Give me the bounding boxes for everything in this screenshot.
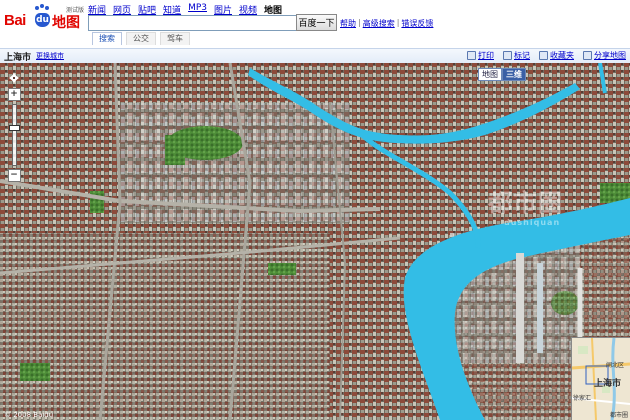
- provider-watermark: 都市圈 dushiquan: [488, 183, 563, 227]
- 3d-city-map-image: [0, 63, 630, 420]
- mark-link[interactable]: 标记: [503, 50, 530, 61]
- search-button[interactable]: 百度一下: [296, 14, 337, 31]
- view-3d-button[interactable]: 三维: [502, 68, 526, 81]
- watermark-en: dushiquan: [504, 218, 561, 227]
- change-city-link[interactable]: 更换城市: [36, 51, 64, 61]
- zoom-out-icon[interactable]: −: [7, 169, 21, 182]
- beta-label: 测试版: [66, 7, 85, 14]
- overview-district-label: 闸北区: [606, 362, 625, 369]
- zoom-control: + −: [7, 71, 21, 182]
- search-mode-tabs: 搜索 公交 驾车: [92, 32, 190, 45]
- pan-control[interactable]: [7, 71, 21, 85]
- advanced-search-link[interactable]: 高级搜索: [363, 18, 395, 29]
- map-toolbar: 上海市 更换城市 打印 标记 收藏夹 分享地图: [0, 48, 630, 64]
- pan-right-icon[interactable]: [15, 75, 22, 81]
- overview-city-label: 上海市: [594, 379, 622, 389]
- logo-bai-text: Bai: [4, 12, 26, 29]
- zoom-in-icon[interactable]: +: [7, 88, 21, 101]
- header: Bai du 地图 测试版 新闻 网页 贴吧 知道 MP3 图片 视频 地图 百…: [0, 0, 630, 46]
- baidu-map-logo[interactable]: Bai du 地图 测试版: [4, 4, 86, 34]
- share-icon: [583, 51, 592, 60]
- overview-area-label: 徐家汇: [573, 395, 592, 402]
- link-separator: |: [396, 18, 400, 27]
- logo-du-badge: du: [35, 13, 50, 27]
- paw-icon: [40, 4, 44, 8]
- overview-copyright: 都市圈: [609, 412, 628, 419]
- help-links: 帮助 | 高级搜索 | 错误反馈: [340, 18, 433, 29]
- paw-icon: [35, 6, 39, 10]
- print-label: 打印: [478, 51, 494, 60]
- favorites-link[interactable]: 收藏夹: [539, 50, 574, 61]
- pan-left-icon[interactable]: [6, 75, 13, 81]
- search-input[interactable]: [88, 15, 297, 31]
- mark-icon: [503, 51, 512, 60]
- favorites-label: 收藏夹: [550, 51, 574, 60]
- map-tools: 打印 标记 收藏夹 分享地图: [467, 50, 626, 61]
- link-separator: |: [358, 18, 361, 27]
- logo-map-text: 地图: [52, 15, 80, 31]
- map-view-switch: 地图 三维: [478, 68, 526, 81]
- print-link[interactable]: 打印: [467, 50, 494, 61]
- share-label: 分享地图: [594, 51, 626, 60]
- overview-map[interactable]: 闸北区 上海市 徐家汇 都市圈: [571, 337, 630, 420]
- current-city: 上海市: [4, 53, 32, 63]
- mark-label: 标记: [514, 51, 530, 60]
- tab-search[interactable]: 搜索: [92, 32, 122, 45]
- share-map-link[interactable]: 分享地图: [583, 50, 626, 61]
- print-icon: [467, 51, 476, 60]
- paw-icon: [45, 6, 49, 10]
- tab-bus[interactable]: 公交: [126, 32, 156, 45]
- map-copyright: © 2008 Baidu: [4, 411, 54, 419]
- help-link[interactable]: 帮助: [340, 18, 356, 29]
- watermark-cn: 都市圈: [488, 189, 563, 217]
- favorites-icon: [539, 51, 548, 60]
- map-viewport[interactable]: + − 地图 三维 都市圈 dushiquan 闸北区 上海市 徐家汇 都市圈 …: [0, 63, 630, 420]
- zoom-slider-handle[interactable]: [8, 125, 20, 131]
- zoom-slider[interactable]: [8, 104, 20, 166]
- tab-drive[interactable]: 驾车: [160, 32, 190, 45]
- view-2d-button[interactable]: 地图: [478, 68, 502, 81]
- error-feedback-link[interactable]: 错误反馈: [401, 18, 433, 29]
